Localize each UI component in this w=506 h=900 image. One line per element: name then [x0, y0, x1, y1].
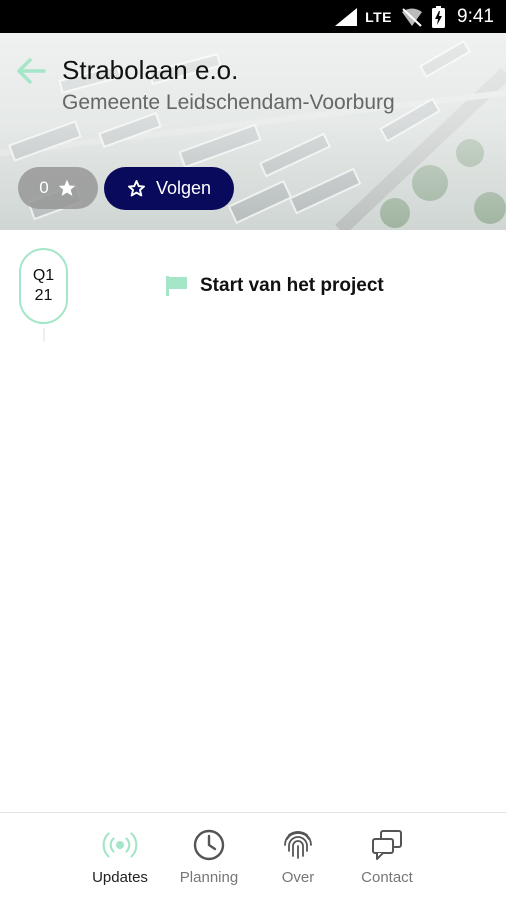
flag-icon — [166, 276, 187, 296]
back-arrow-icon[interactable] — [16, 58, 46, 84]
project-title: Strabolaan e.o. — [62, 55, 239, 85]
signal-icon — [335, 7, 358, 26]
nav-label-planning: Planning — [179, 869, 239, 886]
app-screen: LTE 9:41 Strabolaan e.o. Gemeente Leidsc… — [0, 0, 506, 900]
clock-time: 9:41 — [457, 5, 494, 27]
project-header: Strabolaan e.o. Gemeente Leidschendam-Vo… — [0, 33, 506, 230]
nav-item-planning[interactable]: Planning — [164, 827, 254, 886]
follow-button[interactable]: Volgen — [104, 167, 234, 210]
nav-label-updates: Updates — [92, 869, 148, 886]
favorites-count: 0 — [39, 178, 49, 197]
network-type: LTE — [365, 8, 393, 25]
project-municipality: Gemeente Leidschendam-Voorburg — [62, 91, 395, 114]
nav-label-contact: Contact — [361, 869, 413, 886]
timeline-connector — [43, 328, 45, 342]
bottom-navigation: Updates Planning Over Contact — [0, 812, 506, 900]
broadcast-icon — [102, 832, 138, 858]
fingerprint-icon — [284, 831, 312, 859]
timeline-entry[interactable]: Q1 21 Start van het project — [19, 248, 489, 328]
date-quarter: Q1 — [32, 267, 55, 284]
star-outline-icon — [127, 180, 145, 197]
clock-icon — [193, 829, 225, 861]
chat-icon — [372, 830, 402, 860]
star-filled-icon — [58, 179, 76, 196]
nav-item-contact[interactable]: Contact — [342, 827, 432, 886]
date-year: 21 — [34, 287, 53, 304]
timeline-entry-title: Start van het project — [200, 275, 384, 296]
battery-charging-icon — [432, 5, 446, 28]
favorites-count-badge: 0 — [18, 167, 98, 209]
nav-label-over: Over — [281, 869, 315, 886]
nav-item-updates[interactable]: Updates — [75, 827, 165, 886]
wifi-off-icon — [402, 7, 423, 27]
nav-item-over[interactable]: Over — [253, 827, 343, 886]
date-badge: Q1 21 — [19, 248, 68, 324]
follow-button-label: Volgen — [155, 178, 212, 198]
status-bar: LTE 9:41 — [0, 0, 506, 33]
